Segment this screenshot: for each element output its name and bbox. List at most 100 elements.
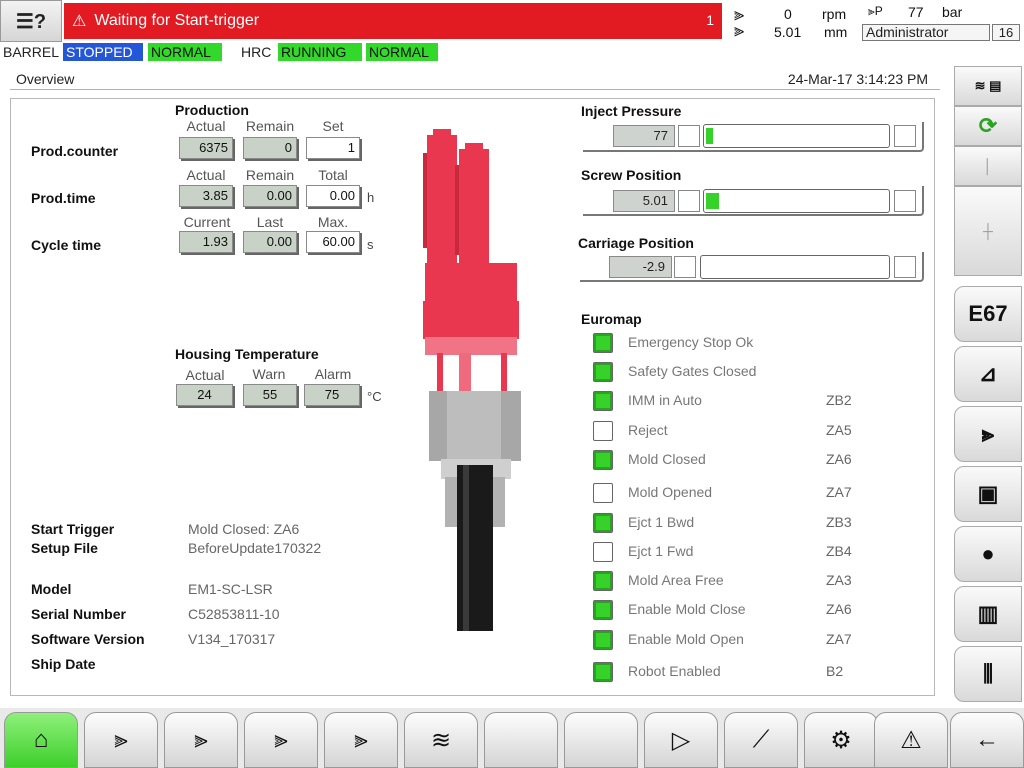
sidebar-quality-button[interactable]: ▥: [954, 586, 1022, 642]
injection-back-button[interactable]: ⫸: [84, 712, 158, 768]
alarm-count: 1: [706, 12, 714, 28]
barrel-state-badge: STOPPED: [63, 43, 143, 61]
back-button[interactable]: ←: [950, 712, 1024, 768]
col-header: Current: [183, 214, 231, 230]
euromap-title: Euromap: [581, 311, 642, 327]
cycle-time-current: 1.93: [179, 231, 233, 253]
sidebar-blank-2[interactable]: ┼: [954, 186, 1022, 276]
graph-button[interactable]: ⟋: [724, 712, 798, 768]
mold-icon: ⊿: [978, 361, 998, 386]
euromap-label: Safety Gates Closed: [628, 363, 757, 379]
screw-settings-button[interactable]: ⫸: [324, 712, 398, 768]
save-icon: ▣: [977, 481, 999, 506]
alarm-text: Waiting for Start-trigger: [94, 12, 260, 29]
start-trigger-label: Start Trigger: [31, 521, 115, 537]
col-header: Remain: [245, 118, 295, 134]
prod-time-total-input[interactable]: 0.00: [306, 185, 360, 207]
barrel-label: BARREL: [3, 44, 60, 60]
sidebar-ejector-button[interactable]: ⫼: [954, 646, 1022, 702]
sidebar-user-button[interactable]: ●: [954, 526, 1022, 582]
nozzle-icon: ▷: [671, 726, 691, 754]
barrel-mode-badge: NORMAL: [148, 43, 222, 61]
euromap-code: ZB2: [826, 392, 852, 408]
temperature-button[interactable]: ≋: [404, 712, 478, 768]
col-header: Max.: [317, 214, 349, 230]
sidebar-cycle-button[interactable]: ⟳: [954, 106, 1022, 146]
housing-temp-actual: 24: [176, 384, 233, 406]
col-header: Actual: [186, 118, 226, 134]
plasticize-button[interactable]: ⫸: [244, 712, 318, 768]
cycle-icon: ⟳: [978, 113, 998, 138]
sidebar-blank-1[interactable]: │: [954, 146, 1022, 186]
alarm-banner[interactable]: ⚠ Waiting for Start-trigger 1: [64, 3, 722, 39]
euromap-label: Reject: [628, 422, 668, 438]
software-version-label: Software Version: [31, 631, 145, 647]
position-unit: mm: [824, 24, 848, 40]
sidebar-injection-button[interactable]: ⫸: [954, 406, 1022, 462]
sidebar-save-button[interactable]: ▣: [954, 466, 1022, 522]
alarms-button[interactable]: ⚠: [874, 712, 948, 768]
euromap-indicator: [593, 600, 613, 620]
overview-header: Overview 24-Mar-17 3:14:23 PM: [10, 68, 940, 90]
toolbar-blank-1[interactable]: [484, 712, 558, 768]
ship-date-label: Ship Date: [31, 656, 96, 672]
prod-time-label: Prod.time: [31, 190, 96, 206]
serial-label: Serial Number: [31, 606, 126, 622]
toolbar-blank-2[interactable]: [564, 712, 638, 768]
position-value: 5.01: [774, 24, 802, 40]
euromap-code: ZA6: [826, 451, 852, 467]
operator-icon: ●: [981, 541, 995, 566]
col-header: Set: [322, 118, 344, 134]
prod-time-actual: 3.85: [179, 185, 233, 207]
sidebar-mold-button[interactable]: ⊿: [954, 346, 1022, 402]
euromap-code: ZA6: [826, 601, 852, 617]
screw-back-icon: ⫸: [114, 726, 128, 753]
injection-unit-image: [423, 129, 521, 631]
euromap-label: Enable Mold Open: [628, 631, 744, 647]
temperature-icon: ≋: [430, 726, 452, 754]
carriage-position-bar: [700, 255, 890, 279]
prod-time-remain: 0.00: [243, 185, 297, 207]
home-icon: ⌂: [33, 726, 49, 753]
euromap-label: Enable Mold Close: [628, 601, 746, 617]
screw-icon: ⫸: [194, 726, 208, 753]
nozzle-button[interactable]: ▷: [644, 712, 718, 768]
prod-counter-set-input[interactable]: 1: [306, 137, 360, 159]
hrc-state-badge: RUNNING: [278, 43, 362, 61]
serial-value: C52853811-10: [188, 606, 280, 622]
prod-time-unit: h: [367, 190, 375, 205]
screw-position-icon: ⫸: [734, 20, 745, 40]
software-version-value: V134_170317: [188, 631, 276, 647]
alarm-triangle-icon: ⚠: [900, 726, 922, 754]
inject-pressure-label: Inject Pressure: [581, 103, 682, 119]
euromap-indicator: [593, 421, 613, 441]
home-button[interactable]: ⌂: [4, 712, 78, 768]
prod-counter-remain: 0: [243, 137, 297, 159]
sidebar-e67-button[interactable]: E67: [954, 286, 1022, 342]
back-arrow-icon: ←: [975, 726, 999, 753]
euromap-indicator: [593, 630, 613, 650]
euromap-indicator: [593, 542, 613, 562]
setup-file-value: BeforeUpdate170322: [188, 540, 322, 556]
menu-help-icon: ☰?: [15, 10, 47, 33]
euromap-code: ZA3: [826, 572, 852, 588]
gauge-max-box: [894, 190, 916, 212]
user-field[interactable]: Administrator: [862, 24, 990, 41]
gauge-min-box: [674, 256, 696, 278]
rpm-value: 0: [784, 6, 792, 22]
bottom-toolbar: ⌂ ⫸ ⫸ ⫸ ⫸ ≋ ▷ ⟋ ⚙ ⚠ ←: [0, 708, 1024, 768]
model-value: EM1-SC-LSR: [188, 581, 273, 597]
chart-icon: ▥: [977, 601, 999, 626]
sidebar-display-toggle[interactable]: ≋ ▤: [954, 66, 1022, 106]
divider-icon: │: [983, 158, 993, 174]
euromap-code: B2: [826, 663, 844, 679]
ejector-icon: ⫼: [982, 661, 994, 686]
cycle-time-label: Cycle time: [31, 237, 102, 253]
settings-button[interactable]: ⚙: [804, 712, 878, 768]
menu-button[interactable]: ☰?: [0, 0, 62, 42]
injection-button[interactable]: ⫸: [164, 712, 238, 768]
cycle-time-max-input[interactable]: 60.00: [306, 231, 360, 253]
hrc-label: HRC: [241, 44, 272, 60]
col-header: Total: [318, 167, 348, 183]
euromap-indicator: [593, 391, 613, 411]
